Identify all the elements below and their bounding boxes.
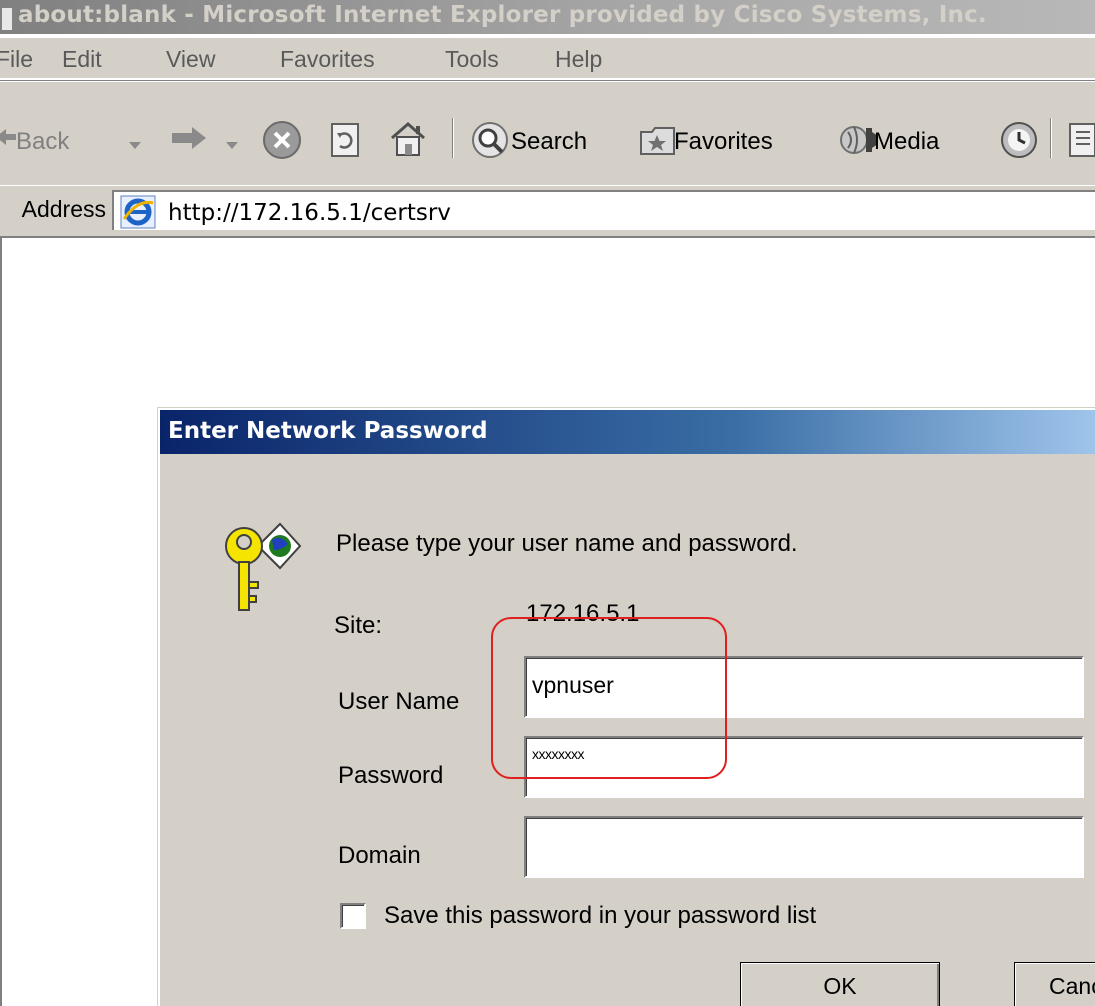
address-bar: Address http://172.16.5.1/certsrv [0, 185, 1095, 238]
ie-page-icon [120, 195, 156, 234]
favorites-button[interactable]: Favorites [674, 128, 773, 156]
save-password-label[interactable]: Save this password in your password list [384, 902, 816, 930]
back-dropdown-icon[interactable] [128, 138, 142, 156]
menu-help[interactable]: Help [555, 46, 602, 73]
refresh-icon[interactable] [330, 122, 362, 163]
media-button[interactable]: Media [874, 128, 939, 156]
save-password-checkbox[interactable] [340, 903, 366, 929]
menu-view[interactable]: View [166, 46, 215, 73]
mail-icon[interactable] [1068, 122, 1095, 163]
ok-button[interactable]: OK [740, 962, 940, 1006]
browser-window: about:blank - Microsoft Internet Explore… [0, 0, 1095, 1006]
menu-edit[interactable]: Edit [62, 46, 102, 73]
key-globe-icon [222, 516, 302, 619]
window-title: about:blank - Microsoft Internet Explore… [18, 2, 987, 28]
toolbar-separator-2 [1050, 118, 1052, 158]
search-button[interactable]: Search [511, 128, 587, 156]
domain-label: Domain [338, 842, 421, 869]
dialog-title-bar[interactable]: Enter Network Password [160, 410, 1095, 454]
domain-input[interactable] [524, 816, 1084, 878]
favorites-folder-icon[interactable] [640, 126, 676, 161]
title-bar: about:blank - Microsoft Internet Explore… [0, 0, 1095, 34]
history-icon[interactable] [998, 120, 1040, 165]
menu-bar: File Edit View Favorites Tools Help [0, 38, 1095, 79]
toolbar-top-highlight [0, 81, 1095, 82]
back-arrow-icon[interactable] [0, 126, 16, 153]
forward-dropdown-icon[interactable] [225, 138, 239, 156]
search-icon[interactable] [470, 120, 510, 165]
menu-tools[interactable]: Tools [445, 46, 499, 73]
forward-arrow-icon[interactable] [170, 124, 206, 157]
username-label: User Name [338, 688, 460, 715]
standard-toolbar: Back Search Favorites Media [0, 80, 1095, 188]
address-url[interactable]: http://172.16.5.1/certsrv [168, 200, 451, 226]
toolbar-separator [452, 118, 454, 158]
address-label: Address [21, 196, 106, 222]
address-input[interactable]: http://172.16.5.1/certsrv [112, 190, 1095, 230]
dialog-title: Enter Network Password [168, 418, 488, 444]
password-label: Password [338, 762, 444, 789]
menu-file[interactable]: File [0, 46, 33, 73]
credentials-highlight [491, 617, 727, 779]
site-label: Site: [334, 612, 383, 639]
window-icon[interactable] [2, 8, 12, 30]
cancel-button[interactable]: Cancel [1014, 962, 1095, 1006]
dialog-prompt: Please type your user name and password. [336, 530, 798, 557]
menu-favorites[interactable]: Favorites [280, 46, 375, 73]
stop-icon[interactable] [262, 120, 302, 165]
home-icon[interactable] [388, 120, 428, 163]
back-button[interactable]: Back [16, 128, 69, 156]
